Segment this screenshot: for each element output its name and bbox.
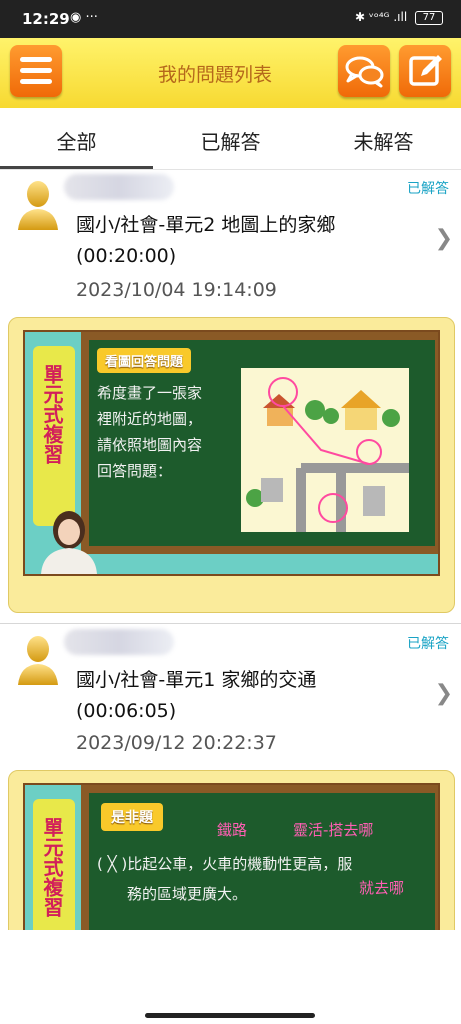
signal-icon: ✱ ᵛᵒ⁴ᴳ .ıll (355, 10, 408, 24)
video-thumbnail: 單元式複習 看圖回答問題 希度畫了一張家 裡附近的地圖， 請依照地圖內容 回答問… (23, 330, 440, 576)
question-title: 國小/社會-單元1 家鄉的交通 (00:06:05) (76, 665, 416, 727)
chalkboard-frame: 看圖回答問題 希度畫了一張家 裡附近的地圖， 請依照地圖內容 回答問題： (81, 332, 438, 554)
status-time: 12:29 (22, 10, 70, 28)
handwriting-note: 靈活-搭去哪 (293, 821, 374, 839)
question-duration: (00:06:05) (76, 700, 177, 722)
bottom-area (0, 930, 461, 1024)
user-avatar-icon (18, 181, 58, 230)
blurred-username (64, 629, 174, 655)
edit-note-icon (409, 55, 442, 86)
chat-button[interactable] (338, 45, 390, 97)
app-header: 我的問題列表 (0, 38, 461, 108)
gesture-nav-bar[interactable] (145, 1013, 315, 1018)
status-badge: 已解答 (407, 181, 449, 197)
hamburger-icon-line (20, 68, 52, 73)
question-duration: (00:20:00) (76, 245, 177, 267)
tab-all[interactable]: 全部 (0, 126, 153, 155)
board-text-line: 請依照地圖內容 (97, 436, 203, 454)
question-title-line: 國小/社會-單元1 家鄉的交通 (76, 669, 317, 691)
menu-button[interactable] (10, 45, 62, 97)
presenter-image (41, 511, 97, 574)
side-banner: 單元式複習 (33, 346, 75, 526)
board-text-line: 回答問題： (97, 462, 173, 480)
signal-icons: ✱ ᵛᵒ⁴ᴳ .ıll 77 (355, 10, 443, 25)
question-title: 國小/社會-單元2 地圖上的家鄉 (00:20:00) (76, 210, 416, 272)
board-text-line: 務的區域更廣大。 (127, 885, 248, 903)
battery-icon: 77 (415, 10, 443, 25)
question-card[interactable]: 已解答 國小/社會-單元1 家鄉的交通 (00:06:05) ❯ 2023/09… (0, 625, 461, 947)
blurred-username (64, 174, 174, 200)
chalkboard-frame: 是非題 ( ╳ )比起公車，火車的機動性更高，服 務的區域更廣大。 鐵路 靈活-… (81, 785, 438, 946)
tab-answered[interactable]: 已解答 (154, 126, 307, 155)
user-avatar-icon (18, 636, 58, 685)
board-heading: 是非題 (101, 803, 163, 831)
filter-tabs: 全部 已解答 未解答 (0, 108, 461, 170)
status-badge: 已解答 (407, 636, 449, 652)
hamburger-icon-line (20, 79, 52, 84)
handwriting-note: 鐵路 (217, 821, 248, 839)
side-banner-label: 單元式複習 (40, 364, 64, 464)
board-text-line: 希度畫了一張家 (97, 384, 203, 402)
video-thumbnail: 單元式複習 是非題 ( ╳ )比起公車，火車的機動性更高，服 務的區域更廣大。 … (23, 783, 440, 946)
board-text-line: 裡附近的地圖， (97, 410, 203, 428)
map-illustration (241, 368, 409, 532)
video-thumbnail-bubble[interactable]: 單元式複習 是非題 ( ╳ )比起公車，火車的機動性更高，服 務的區域更廣大。 … (8, 770, 455, 947)
chalkboard: 是非題 ( ╳ )比起公車，火車的機動性更高，服 務的區域更廣大。 鐵路 靈活-… (89, 793, 435, 946)
question-title-line: 國小/社會-單元2 地圖上的家鄉 (76, 214, 336, 236)
question-datetime: 2023/09/12 20:22:37 (76, 732, 277, 754)
side-banner-label: 單元式複習 (40, 817, 64, 917)
question-datetime: 2023/10/04 19:14:09 (76, 279, 277, 301)
board-heading: 看圖回答問題 (97, 348, 192, 373)
status-bar: 12:29 ◉ ··· ✱ ᵛᵒ⁴ᴳ .ıll 77 (0, 0, 461, 38)
chat-bubbles-icon (345, 56, 384, 88)
handwriting-note: 就去哪 (359, 879, 405, 897)
chevron-right-icon: ❯ (434, 226, 453, 251)
board-text-line: ( ╳ )比起公車，火車的機動性更高，服 (97, 855, 353, 873)
question-card[interactable]: 已解答 國小/社會-單元2 地圖上的家鄉 (00:20:00) ❯ 2023/1… (0, 170, 461, 624)
chalkboard: 看圖回答問題 希度畫了一張家 裡附近的地圖， 請依照地圖內容 回答問題： (89, 340, 435, 546)
board-text: ( ╳ )比起公車，火車的機動性更高，服 務的區域更廣大。 (97, 849, 352, 909)
hamburger-icon (20, 57, 52, 62)
notification-icons: ◉ ··· (70, 10, 98, 25)
side-banner: 單元式複習 (33, 799, 75, 946)
card-divider (0, 623, 461, 624)
compose-button[interactable] (399, 45, 451, 97)
chevron-right-icon: ❯ (434, 681, 453, 706)
video-thumbnail-bubble[interactable]: 單元式複習 看圖回答問題 希度畫了一張家 裡附近的地圖， 請依照地圖內容 回答問… (8, 317, 455, 613)
board-text: 希度畫了一張家 裡附近的地圖， 請依照地圖內容 回答問題： (97, 380, 202, 484)
tab-unanswered[interactable]: 未解答 (307, 126, 460, 155)
page-title: 我的問題列表 (157, 64, 272, 86)
